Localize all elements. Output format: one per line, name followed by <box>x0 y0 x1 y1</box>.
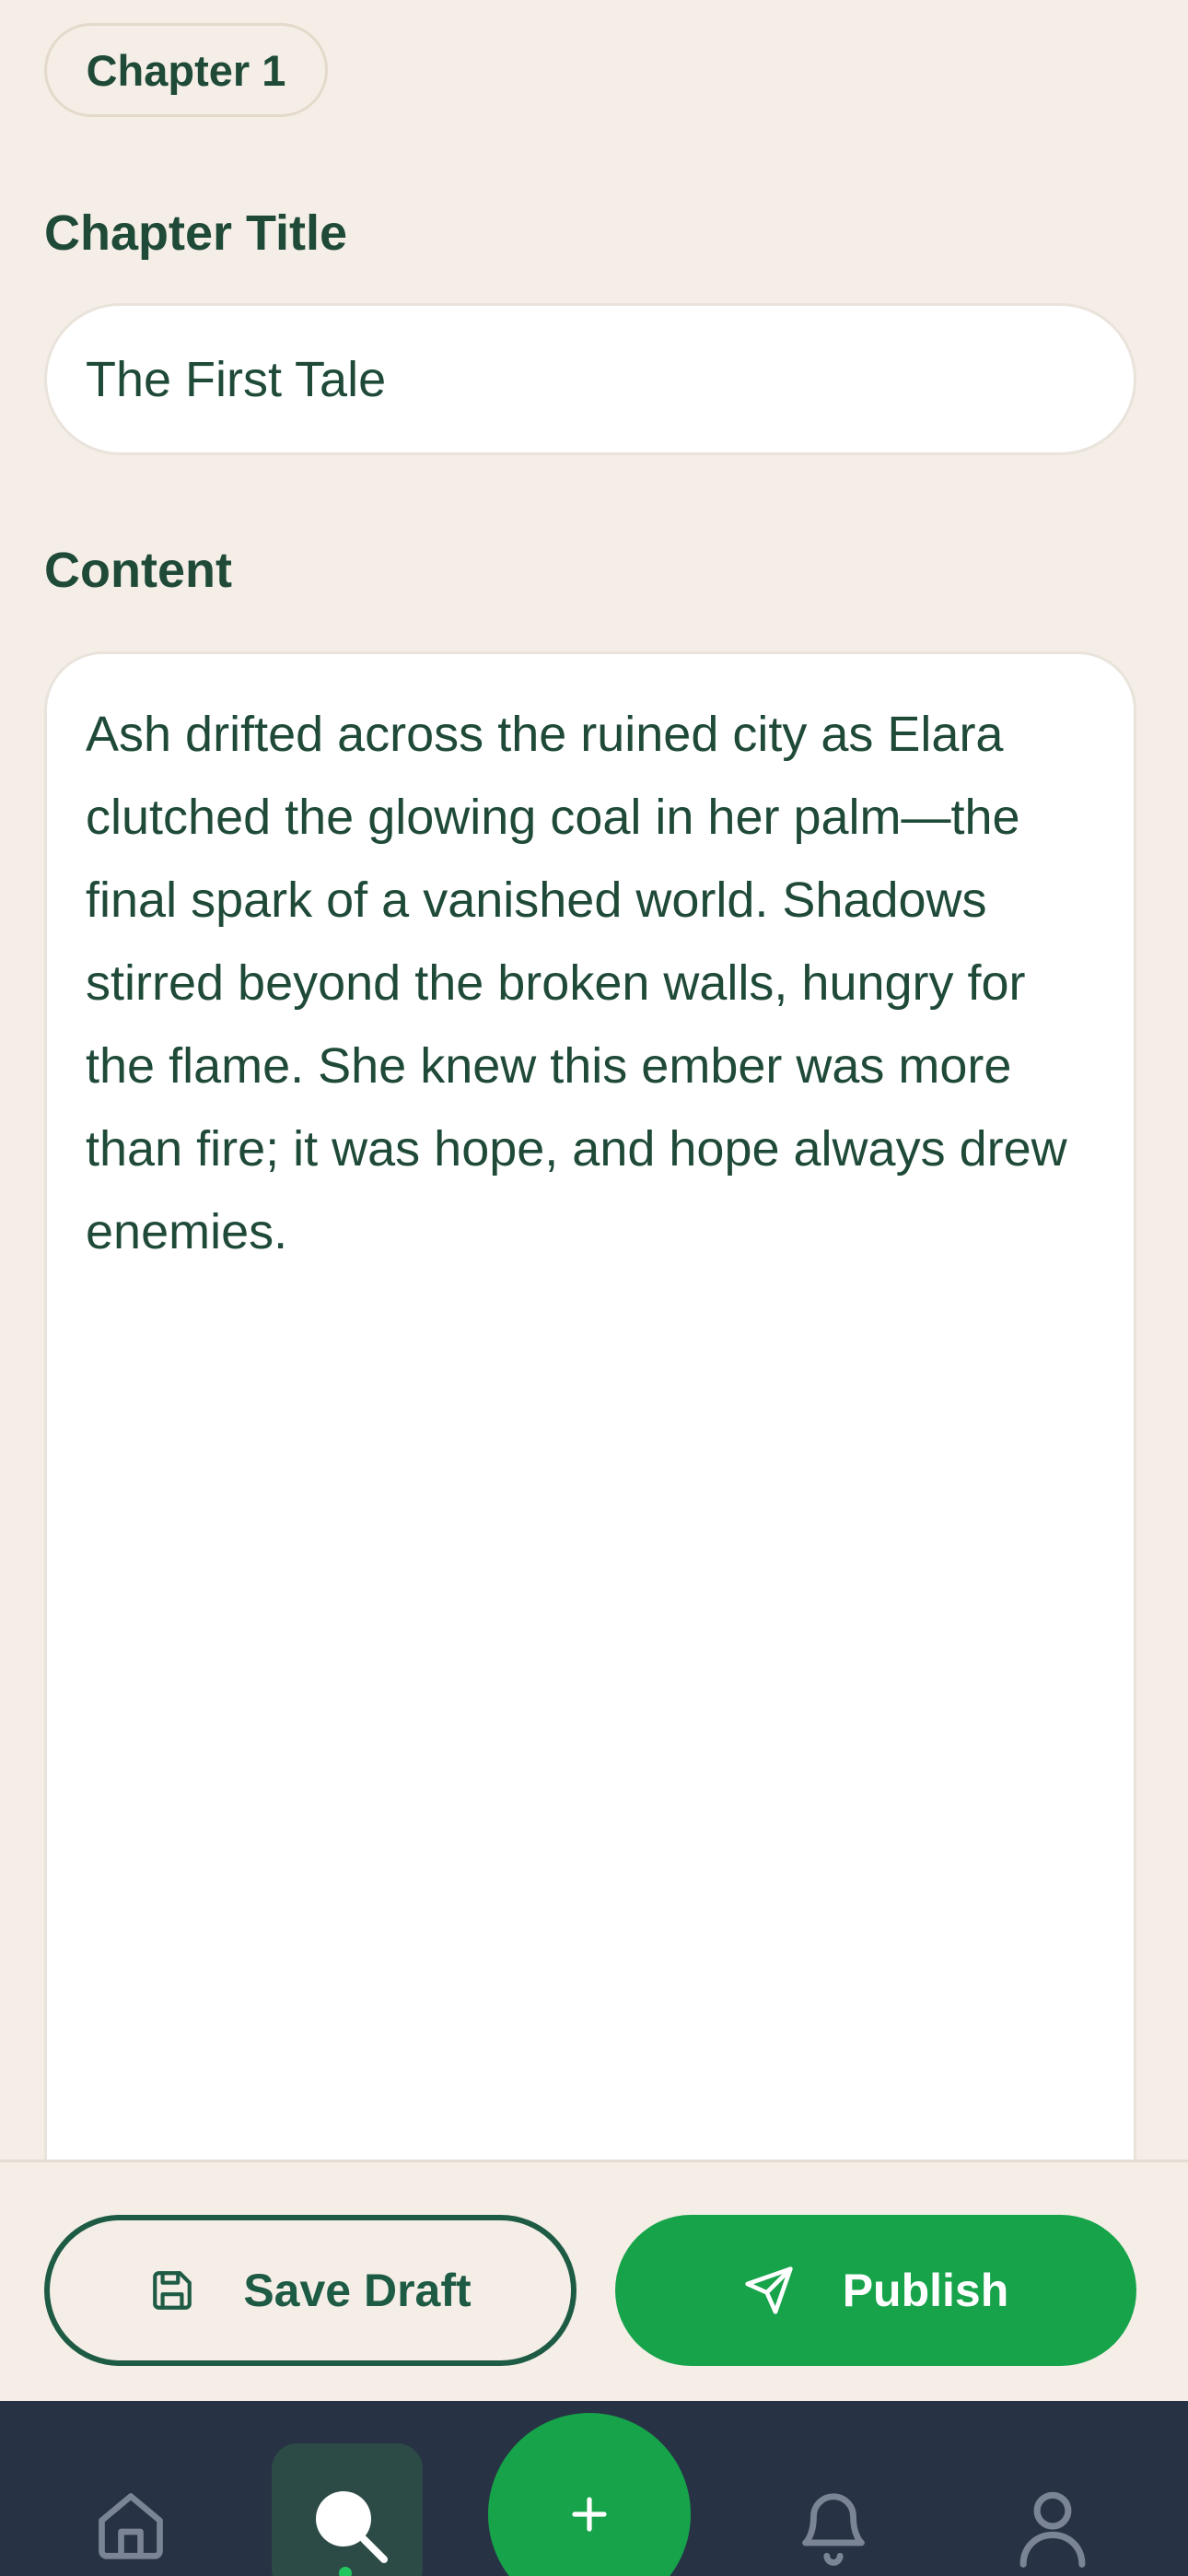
content-textarea[interactable]: Ash drifted across the ruined city as El… <box>44 651 1136 2162</box>
profile-icon <box>1019 2491 1086 2568</box>
home-icon <box>99 2493 163 2559</box>
content-label: Content <box>44 543 232 598</box>
nav-notifications[interactable] <box>794 2482 873 2570</box>
save-draft-label: Save Draft <box>243 2265 472 2316</box>
active-indicator-dot <box>339 2567 352 2576</box>
nav-add-button[interactable] <box>488 2413 691 2576</box>
send-icon <box>743 2265 795 2316</box>
chapter-badge: Chapter 1 <box>44 23 328 117</box>
publish-label: Publish <box>842 2265 1009 2316</box>
save-icon <box>149 2267 195 2313</box>
nav-home[interactable] <box>92 2486 169 2565</box>
bottom-navigation <box>0 2401 1188 2576</box>
nav-search[interactable] <box>307 2482 395 2570</box>
chapter-title-label: Chapter Title <box>44 205 348 261</box>
bell-icon <box>802 2493 865 2566</box>
chapter-title-input[interactable] <box>44 303 1136 455</box>
save-draft-button[interactable]: Save Draft <box>44 2215 577 2366</box>
nav-profile[interactable] <box>1011 2480 1094 2572</box>
publish-button[interactable]: Publish <box>615 2215 1136 2366</box>
plus-icon <box>572 2497 607 2532</box>
search-icon <box>316 2491 388 2563</box>
